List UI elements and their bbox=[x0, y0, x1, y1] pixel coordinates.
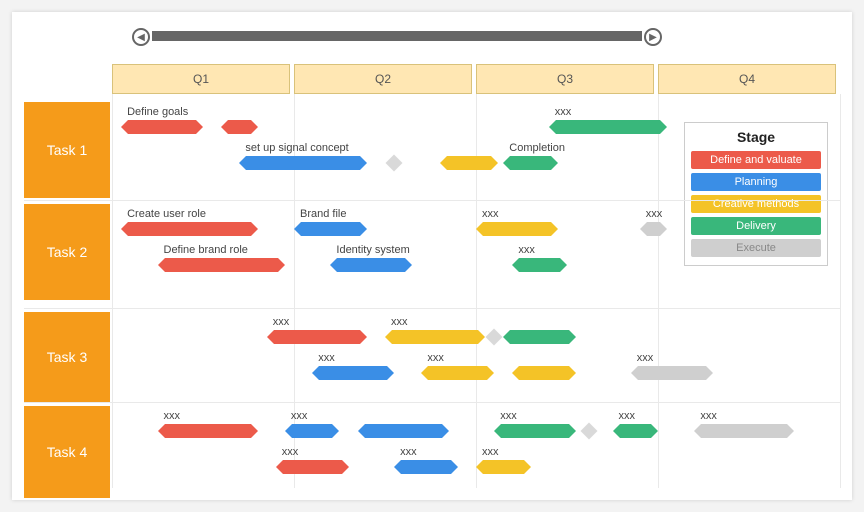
gantt-bar-label: Completion bbox=[509, 142, 565, 154]
gantt-bar[interactable] bbox=[631, 366, 713, 380]
milestone-diamond[interactable] bbox=[486, 329, 503, 346]
gantt-bar[interactable] bbox=[121, 120, 203, 134]
task-label: Task 2 bbox=[24, 204, 110, 300]
gantt-bar[interactable] bbox=[494, 424, 576, 438]
quarter-header: Q2 bbox=[294, 64, 472, 94]
gantt-bar[interactable] bbox=[476, 460, 531, 474]
gantt-bar-label: xxx bbox=[164, 410, 181, 422]
gantt-bar-label: Define goals bbox=[127, 106, 188, 118]
timeline-slider[interactable]: ◀ ▶ bbox=[132, 28, 662, 44]
gantt-bar-label: Identity system bbox=[336, 244, 409, 256]
gantt-bar[interactable] bbox=[158, 424, 258, 438]
milestone-diamond[interactable] bbox=[386, 155, 403, 172]
gantt-bar[interactable] bbox=[512, 366, 576, 380]
legend-item: Define and valuate bbox=[691, 151, 821, 169]
gantt-bar[interactable] bbox=[276, 460, 349, 474]
gantt-bar[interactable] bbox=[440, 156, 498, 170]
gantt-bar-label: Brand file bbox=[300, 208, 346, 220]
gantt-bar[interactable] bbox=[421, 366, 494, 380]
gantt-bar[interactable] bbox=[121, 222, 258, 236]
legend-title: Stage bbox=[691, 129, 821, 145]
gantt-bar-label: xxx bbox=[400, 446, 417, 458]
gantt-bar-label: xxx bbox=[637, 352, 654, 364]
gantt-bar[interactable] bbox=[613, 424, 659, 438]
quarter-header: Q3 bbox=[476, 64, 654, 94]
gantt-bar-label: xxx bbox=[518, 244, 535, 256]
slider-handle-right[interactable]: ▶ bbox=[644, 28, 662, 46]
gantt-bar[interactable] bbox=[512, 258, 567, 272]
gantt-bar[interactable] bbox=[394, 460, 458, 474]
gantt-bar[interactable] bbox=[385, 330, 485, 344]
gantt-bar[interactable] bbox=[158, 258, 285, 272]
task-label: Task 3 bbox=[24, 312, 110, 402]
gantt-bar-label: xxx bbox=[291, 410, 308, 422]
gantt-bar-label: xxx bbox=[391, 316, 408, 328]
gantt-bar[interactable] bbox=[476, 222, 558, 236]
grid-vline bbox=[840, 94, 841, 488]
gantt-bar[interactable] bbox=[503, 330, 576, 344]
gantt-bar[interactable] bbox=[312, 366, 394, 380]
gantt-bar[interactable] bbox=[694, 424, 794, 438]
gantt-bar[interactable] bbox=[285, 424, 340, 438]
gantt-bar-label: Define brand role bbox=[164, 244, 248, 256]
gantt-bar-label: xxx bbox=[646, 208, 663, 220]
gantt-bar-label: set up signal concept bbox=[245, 142, 348, 154]
grid-vline bbox=[658, 94, 659, 488]
gantt-bar[interactable] bbox=[640, 222, 667, 236]
quarter-header: Q1 bbox=[112, 64, 290, 94]
gantt-bar[interactable] bbox=[549, 120, 667, 134]
legend-item: Delivery bbox=[691, 217, 821, 235]
gantt-bar-label: xxx bbox=[500, 410, 517, 422]
slider-track[interactable] bbox=[152, 31, 642, 41]
task-label: Task 4 bbox=[24, 406, 110, 498]
slider-handle-left[interactable]: ◀ bbox=[132, 28, 150, 46]
legend-item: Planning bbox=[691, 173, 821, 191]
grid-hline bbox=[24, 200, 840, 201]
gantt-bar-label: xxx bbox=[282, 446, 299, 458]
grid-hline bbox=[24, 402, 840, 403]
gantt-bar[interactable] bbox=[358, 424, 449, 438]
gantt-canvas: ◀ ▶ Stage Define and valuate Planning Crea… bbox=[12, 12, 852, 500]
gantt-bar-label: xxx bbox=[482, 446, 499, 458]
gantt-bar[interactable] bbox=[330, 258, 412, 272]
legend-item: Creative methods bbox=[691, 195, 821, 213]
gantt-bar[interactable] bbox=[239, 156, 366, 170]
gantt-bar[interactable] bbox=[503, 156, 558, 170]
gantt-bar-label: xxx bbox=[427, 352, 444, 364]
gantt-bar-label: xxx bbox=[318, 352, 335, 364]
gantt-bar-label: xxx bbox=[482, 208, 499, 220]
gantt-bar-label: xxx bbox=[619, 410, 636, 422]
task-label: Task 1 bbox=[24, 102, 110, 198]
grid-vline bbox=[112, 94, 113, 488]
gantt-bar[interactable] bbox=[294, 222, 367, 236]
grid-hline bbox=[24, 308, 840, 309]
gantt-bar[interactable] bbox=[221, 120, 257, 134]
legend-item: Execute bbox=[691, 239, 821, 257]
gantt-bar-label: xxx bbox=[700, 410, 717, 422]
gantt-bar[interactable] bbox=[267, 330, 367, 344]
quarter-header: Q4 bbox=[658, 64, 836, 94]
legend: Stage Define and valuate Planning Creative… bbox=[684, 122, 828, 266]
gantt-bar-label: Create user role bbox=[127, 208, 206, 220]
grid-vline bbox=[476, 94, 477, 488]
gantt-bar-label: xxx bbox=[555, 106, 572, 118]
gantt-bar-label: xxx bbox=[273, 316, 290, 328]
milestone-diamond[interactable] bbox=[580, 423, 597, 440]
